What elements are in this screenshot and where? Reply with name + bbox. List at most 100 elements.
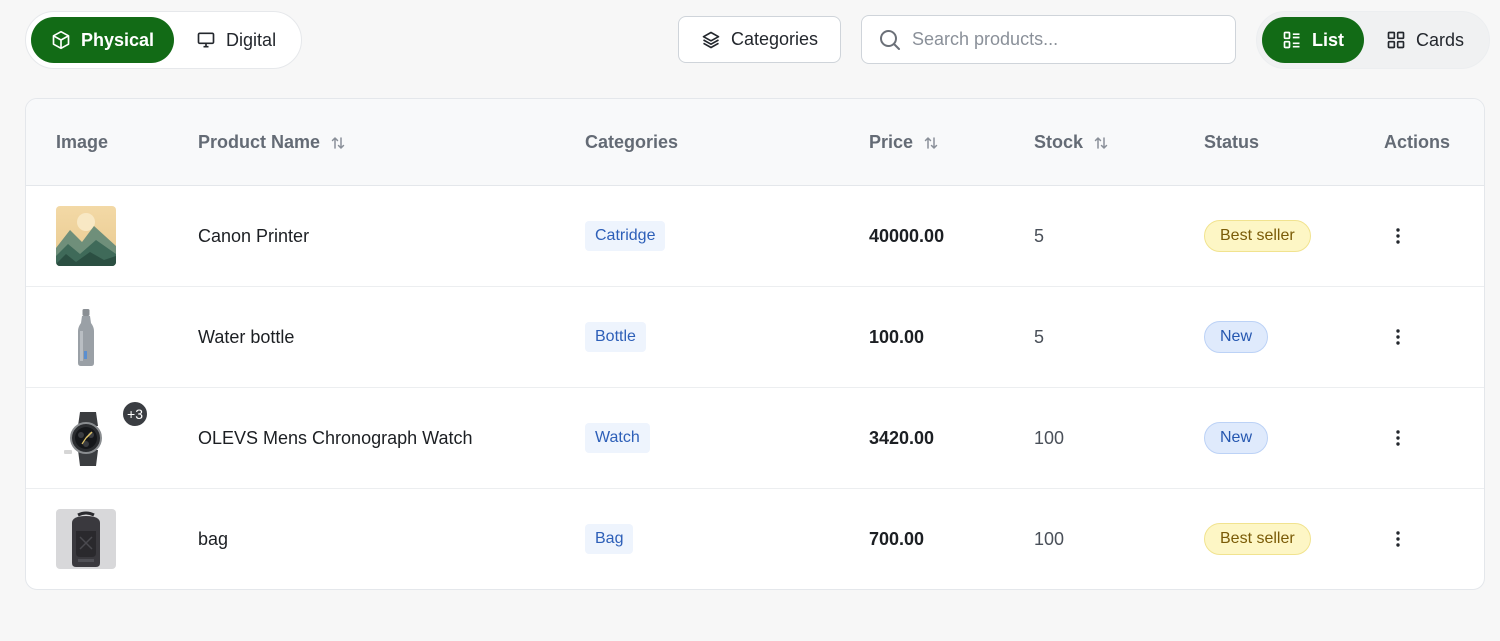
name-cell: OLEVS Mens Chronograph Watch — [198, 388, 472, 488]
categories-button-label: Categories — [730, 29, 819, 49]
toolbar: Physical Digital Categories List — [0, 0, 1500, 80]
stock-cell: 100 — [1034, 489, 1064, 589]
more-actions-button[interactable] — [1386, 325, 1410, 349]
kebab-menu-icon — [1396, 531, 1400, 547]
header-image: Image — [56, 132, 108, 153]
status-cell: Best seller — [1204, 489, 1311, 589]
header-status-label: Status — [1204, 132, 1260, 152]
more-actions-button[interactable] — [1386, 224, 1410, 248]
stock-cell: 100 — [1034, 388, 1064, 488]
header-categories-label: Categories — [585, 132, 679, 152]
more-actions-button[interactable] — [1386, 527, 1410, 551]
backpack-image[interactable] — [56, 509, 116, 569]
status-badge: New — [1204, 321, 1269, 353]
category-tag: Bottle — [585, 322, 646, 352]
header-stock-label: Stock — [1034, 132, 1084, 152]
list-icon — [1283, 31, 1300, 49]
digital-tab[interactable]: Digital — [176, 17, 296, 63]
table-row[interactable]: bag Bag 700.00 100 Best seller — [26, 489, 1484, 589]
mountain-landscape-image[interactable] — [56, 206, 116, 266]
digital-tab-label: Digital — [226, 29, 277, 50]
view-toggle: List Cards — [1256, 11, 1491, 69]
header-price[interactable]: Price — [869, 132, 939, 153]
header-categories: Categories — [585, 132, 678, 153]
image-cell — [56, 186, 116, 286]
stock-cell: 5 — [1034, 186, 1044, 286]
more-actions-button[interactable] — [1386, 426, 1410, 450]
price-cell: 40000.00 — [869, 186, 944, 286]
header-image-label: Image — [56, 132, 109, 152]
header-status: Status — [1204, 132, 1259, 153]
stock-value: 5 — [1034, 225, 1045, 246]
price-value: 700.00 — [869, 528, 925, 549]
price-cell: 700.00 — [869, 489, 924, 589]
header-stock[interactable]: Stock — [1034, 132, 1109, 153]
actions-cell — [1386, 186, 1410, 286]
status-badge: Best seller — [1204, 220, 1311, 252]
name-cell: Water bottle — [198, 287, 294, 387]
status-badge: New — [1204, 422, 1269, 454]
price-value: 40000.00 — [869, 225, 945, 246]
stock-value: 5 — [1034, 326, 1045, 347]
products-table: Image Product Name Categories Price Stoc… — [25, 98, 1485, 590]
monitor-icon — [197, 32, 215, 48]
category-tag: Catridge — [585, 221, 666, 251]
kebab-menu-icon — [1396, 228, 1400, 244]
category-cell: Catridge — [585, 186, 666, 286]
kebab-menu-icon — [1396, 430, 1400, 446]
status-cell: New — [1204, 287, 1269, 387]
price-cell: 3420.00 — [869, 388, 934, 488]
search-input[interactable] — [912, 29, 1212, 50]
stock-value: 100 — [1034, 427, 1065, 448]
actions-cell — [1386, 388, 1410, 488]
category-tag: Watch — [585, 423, 650, 453]
image-cell — [56, 489, 116, 589]
header-actions-label: Actions — [1384, 132, 1451, 152]
extra-images-badge: +3 — [122, 401, 148, 427]
image-cell — [56, 388, 116, 488]
physical-tab[interactable]: Physical — [31, 17, 175, 63]
actions-cell — [1386, 287, 1410, 387]
physical-tab-label: Physical — [81, 29, 155, 50]
box-icon — [52, 30, 70, 50]
table-header: Image Product Name Categories Price Stoc… — [26, 99, 1484, 186]
product-name[interactable]: OLEVS Mens Chronograph Watch — [198, 428, 472, 449]
price-value: 100.00 — [869, 326, 925, 347]
stock-cell: 5 — [1034, 287, 1044, 387]
cards-view-button[interactable]: Cards — [1366, 17, 1484, 63]
actions-cell — [1386, 489, 1410, 589]
search-box — [861, 15, 1236, 64]
product-type-toggle: Physical Digital — [25, 11, 303, 69]
header-product-name-label: Product Name — [198, 132, 321, 152]
sort-icon[interactable] — [330, 135, 346, 151]
search-icon — [880, 29, 900, 50]
table-row[interactable]: Canon Printer Catridge 40000.00 5 Best s… — [26, 186, 1484, 287]
status-badge: Best seller — [1204, 523, 1311, 555]
sort-icon[interactable] — [923, 135, 939, 151]
layers-icon — [702, 31, 720, 48]
header-product-name[interactable]: Product Name — [198, 132, 346, 153]
sort-icon[interactable] — [1093, 135, 1109, 151]
table-row[interactable]: Water bottle Bottle 100.00 5 New — [26, 287, 1484, 388]
list-view-button[interactable]: List — [1262, 17, 1365, 63]
header-price-label: Price — [869, 132, 914, 152]
name-cell: Canon Printer — [198, 186, 309, 286]
watch-image[interactable] — [56, 408, 116, 468]
price-cell: 100.00 — [869, 287, 924, 387]
status-cell: Best seller — [1204, 186, 1311, 286]
product-name[interactable]: Water bottle — [198, 327, 294, 348]
water-bottle-image[interactable] — [56, 307, 116, 367]
header-actions: Actions — [1384, 132, 1450, 153]
categories-button[interactable]: Categories — [678, 16, 841, 63]
cards-view-label: Cards — [1416, 29, 1465, 50]
product-name[interactable]: bag — [198, 529, 228, 550]
grid-icon — [1387, 31, 1405, 49]
product-name[interactable]: Canon Printer — [198, 226, 309, 247]
category-cell: Watch — [585, 388, 650, 488]
image-cell — [56, 287, 116, 387]
name-cell: bag — [198, 489, 228, 589]
category-cell: Bottle — [585, 287, 646, 387]
table-row[interactable]: +3 OLEVS Mens Chronograph Watch Watch 34… — [26, 388, 1484, 489]
stock-value: 100 — [1034, 528, 1065, 549]
kebab-menu-icon — [1396, 329, 1400, 345]
